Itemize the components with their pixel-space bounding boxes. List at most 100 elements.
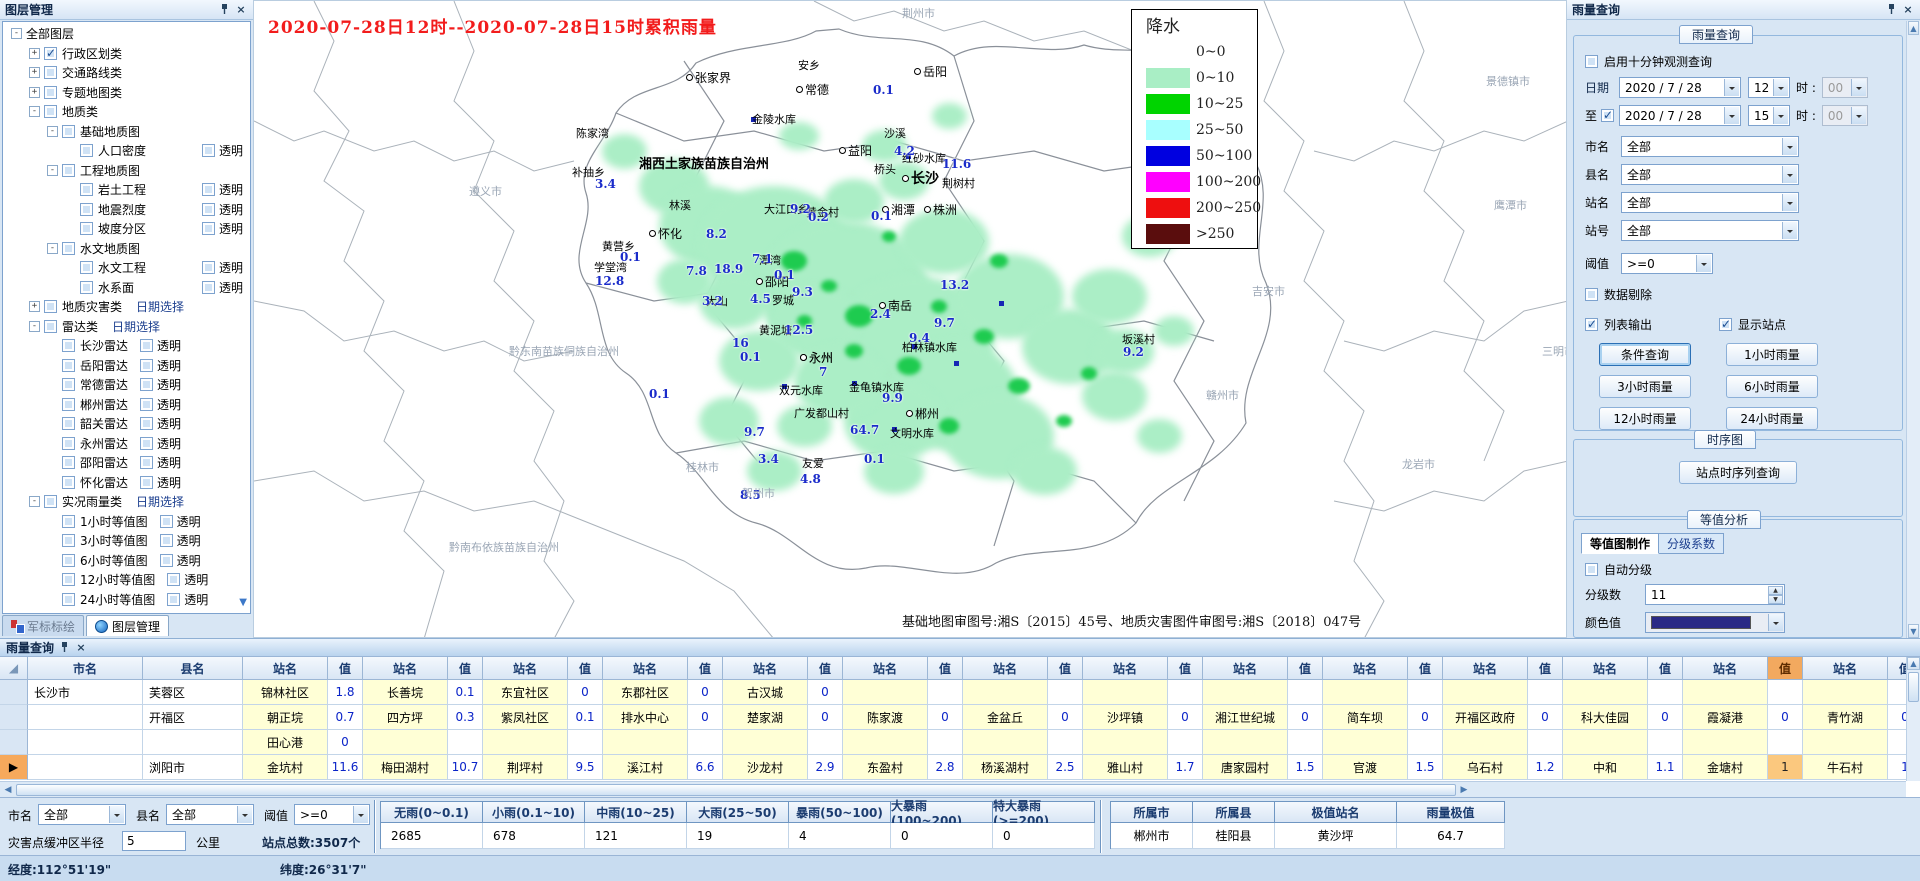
county-select[interactable]: 全部 (1621, 164, 1799, 185)
table-vertical-scrollbar[interactable]: ▲ (1906, 657, 1920, 781)
tree-scroll-down-icon[interactable]: ▼ (239, 597, 247, 608)
transparency-toggle[interactable]: 透明 (140, 396, 181, 413)
tree-item-6小时等值图[interactable]: 6小时等值图透明 (3, 551, 250, 571)
col-header-value[interactable]: 值 (448, 657, 483, 680)
cell-station-value[interactable]: 0 (1768, 705, 1803, 730)
cell-station-value[interactable]: 1.5 (1288, 755, 1323, 780)
cell-city[interactable] (28, 705, 143, 730)
tree-item-邵阳雷达[interactable]: 邵阳雷达透明 (3, 453, 250, 473)
transparency-checkbox[interactable] (202, 261, 215, 274)
cell-station-value[interactable] (1888, 730, 1906, 755)
button-3小时雨量[interactable]: 3小时雨量 (1599, 375, 1691, 398)
collapse-icon[interactable]: - (11, 28, 22, 39)
cell-station-name[interactable]: 东宜社区 (483, 680, 568, 705)
right-panel-scrollbar[interactable]: ▲ ▼ (1906, 21, 1920, 638)
tree-item-常德雷达[interactable]: 常德雷达透明 (3, 375, 250, 395)
cell-station-value[interactable]: 0 (1048, 705, 1083, 730)
tree-item-24小时等值图[interactable]: 24小时等值图透明 (3, 590, 250, 610)
button-24小时雨量[interactable]: 24小时雨量 (1726, 407, 1818, 430)
cell-station-value[interactable]: 0 (928, 705, 963, 730)
collapse-icon[interactable]: - (47, 243, 58, 254)
row-selector[interactable]: ▶ (0, 755, 28, 780)
cell-station-value[interactable]: 1.5 (1408, 755, 1443, 780)
cell-station-name[interactable]: 沙龙村 (723, 755, 808, 780)
cell-station-name[interactable]: 东郡社区 (603, 680, 688, 705)
cell-county[interactable]: 开福区 (143, 705, 243, 730)
date-from-picker[interactable]: 2020 / 7 / 28 (1619, 77, 1741, 98)
cell-station-name[interactable]: 金塘村 (1683, 755, 1768, 780)
transparency-toggle[interactable]: 透明 (140, 474, 181, 491)
col-header-value[interactable]: 值 (1528, 657, 1563, 680)
transparency-toggle[interactable]: 透明 (202, 279, 243, 296)
station-id-select[interactable]: 全部 (1621, 220, 1799, 241)
cell-station-value[interactable] (1648, 680, 1683, 705)
layer-checkbox[interactable] (62, 534, 75, 547)
transparency-checkbox[interactable] (160, 554, 173, 567)
transparency-checkbox[interactable] (140, 378, 153, 391)
col-header-station[interactable]: 站名 (963, 657, 1048, 680)
cell-station-value[interactable]: 9.5 (568, 755, 603, 780)
cell-station-name[interactable] (1203, 730, 1288, 755)
buffer-radius-input[interactable]: 5 (122, 831, 186, 851)
cell-station-name[interactable] (963, 680, 1048, 705)
tab-军标标绘[interactable]: 军标标绘 (2, 615, 84, 636)
cell-station-value[interactable] (1408, 680, 1443, 705)
cell-station-value[interactable] (1048, 680, 1083, 705)
transparency-checkbox[interactable] (202, 144, 215, 157)
cell-station-value[interactable]: 0.1 (568, 705, 603, 730)
tree-item-水系面[interactable]: 水系面透明 (3, 278, 250, 298)
expand-icon[interactable]: + (29, 301, 40, 312)
transparency-checkbox[interactable] (202, 222, 215, 235)
cell-station-value[interactable] (1768, 680, 1803, 705)
cell-station-name[interactable]: 溪江村 (603, 755, 688, 780)
cell-station-value[interactable]: 0.1 (448, 680, 483, 705)
layer-checkbox[interactable] (80, 144, 93, 157)
cell-station-name[interactable]: 排水中心 (603, 705, 688, 730)
row-selector[interactable] (0, 730, 28, 755)
cell-station-name[interactable] (843, 730, 928, 755)
auto-grade-row[interactable]: 自动分级 (1585, 561, 1652, 578)
col-header-value[interactable]: 值 (1048, 657, 1083, 680)
collapse-icon[interactable]: - (47, 165, 58, 176)
cell-station-value[interactable]: 11.6 (328, 755, 363, 780)
tree-item-3小时等值图[interactable]: 3小时等值图透明 (3, 531, 250, 551)
cell-station-name[interactable]: 锦林社区 (243, 680, 328, 705)
tree-item-水文工程[interactable]: 水文工程透明 (3, 258, 250, 278)
cell-station-name[interactable]: 官渡 (1323, 755, 1408, 780)
cell-station-value[interactable]: 6.6 (688, 755, 723, 780)
cell-station-name[interactable] (1443, 680, 1528, 705)
layer-checkbox[interactable] (62, 125, 75, 138)
transparency-checkbox[interactable] (160, 515, 173, 528)
station-timeseries-button[interactable]: 站点时序列查询 (1679, 461, 1797, 484)
cell-station-value[interactable]: 0.7 (328, 705, 363, 730)
pin-icon[interactable] (217, 3, 231, 17)
cell-station-name[interactable]: 荆坪村 (483, 755, 568, 780)
layer-checkbox[interactable] (44, 66, 57, 79)
layer-checkbox[interactable] (44, 86, 57, 99)
filter-threshold-select[interactable]: >=0 (294, 804, 370, 825)
button-条件查询[interactable]: 条件查询 (1599, 343, 1691, 366)
cell-station-name[interactable]: 雅山村 (1083, 755, 1168, 780)
transparency-toggle[interactable]: 透明 (140, 435, 181, 452)
layer-checkbox[interactable] (62, 456, 75, 469)
cell-station-value[interactable]: 0 (688, 705, 723, 730)
cell-station-value[interactable] (1768, 730, 1803, 755)
cell-station-value[interactable] (1528, 730, 1563, 755)
cell-station-name[interactable]: 青竹湖 (1803, 705, 1888, 730)
cell-station-value[interactable]: 1.8 (328, 680, 363, 705)
scroll-up-icon[interactable]: ▲ (1908, 21, 1919, 35)
cell-city[interactable] (28, 755, 143, 780)
transparency-toggle[interactable]: 透明 (140, 337, 181, 354)
cell-station-name[interactable] (1803, 680, 1888, 705)
cell-station-value[interactable]: 2.8 (928, 755, 963, 780)
cell-station-name[interactable] (1443, 730, 1528, 755)
col-header-station[interactable]: 站名 (363, 657, 448, 680)
color-value-select[interactable] (1645, 612, 1785, 633)
cell-station-name[interactable]: 田心港 (243, 730, 328, 755)
col-header-value[interactable]: 值 (1168, 657, 1203, 680)
cell-station-name[interactable]: 梅田湖村 (363, 755, 448, 780)
cell-station-value[interactable]: 0 (568, 680, 603, 705)
tree-item-雷达类[interactable]: -雷达类日期选择 (3, 317, 250, 337)
transparency-checkbox[interactable] (202, 281, 215, 294)
list-output-checkbox[interactable] (1585, 318, 1598, 331)
